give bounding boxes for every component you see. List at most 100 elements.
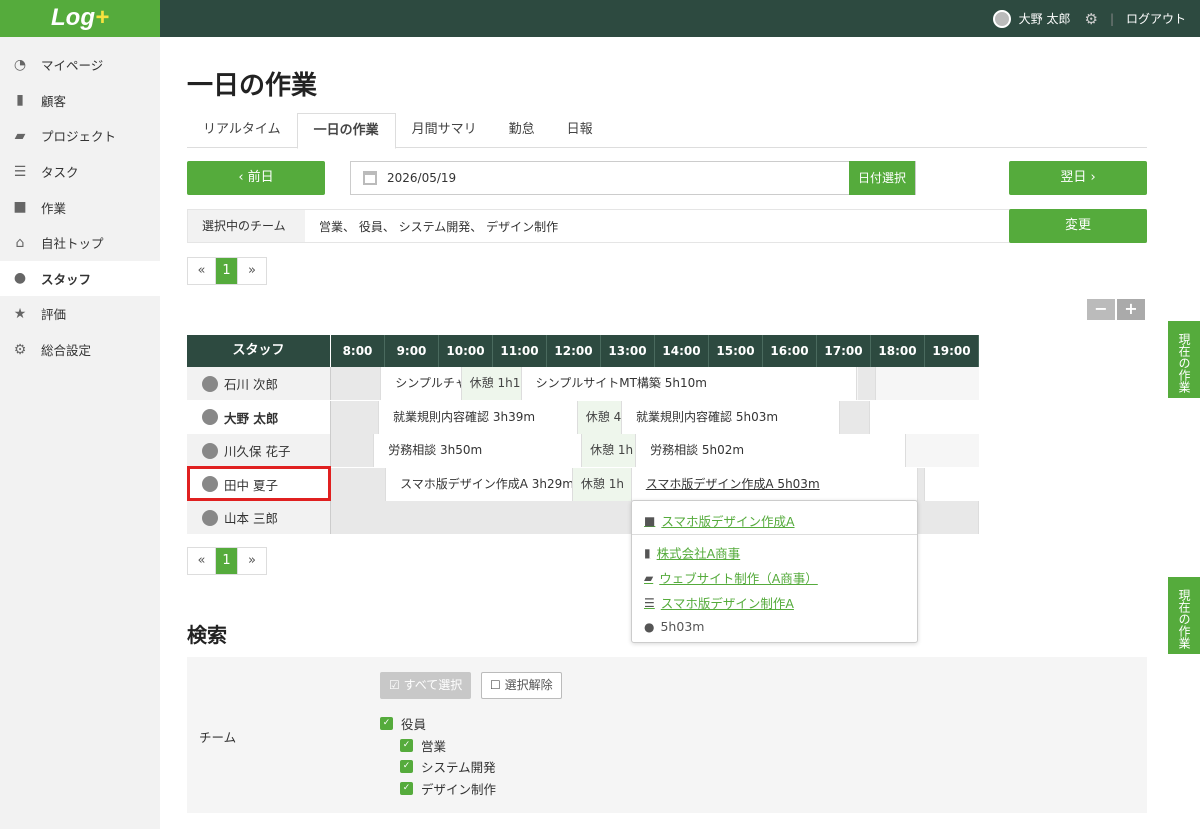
checkbox-checked-icon: ✓ xyxy=(380,717,393,730)
popup-client-link[interactable]: ▮ 株式会社A商事 xyxy=(644,543,740,562)
sidebar-item-label: 作業 xyxy=(41,200,67,216)
sidebar-item-0[interactable]: ◔ マイページ xyxy=(0,47,160,83)
folder-icon: ▰ xyxy=(644,570,654,585)
sidebar-item-label: プロジェクト xyxy=(41,129,117,145)
search-title: 検索 xyxy=(187,623,227,647)
checkbox-checked-icon: ✓ xyxy=(400,781,413,795)
prev-day-button[interactable]: ‹ 前日 xyxy=(187,161,325,195)
team-checkbox[interactable]: ✓ デザイン制作 xyxy=(400,779,496,798)
logo[interactable]: Log+ xyxy=(0,0,160,37)
top-bar: Log+ 大野 太郎 ⚙ | ログアウト xyxy=(0,0,1200,37)
pagination-bottom: « 1 » xyxy=(187,547,267,575)
current-work-tab[interactable]: 現在の作業 xyxy=(1168,577,1200,654)
gear-icon: ⚙ xyxy=(13,341,27,358)
first-page-button[interactable]: « xyxy=(188,258,216,284)
staff-row: 川久保 花子 労務相談 3h50m 休憩 1h 労務相談 5h02m xyxy=(187,434,979,468)
avatar xyxy=(202,409,218,426)
hour-header: 11:00 xyxy=(493,335,547,367)
sidebar-item-4[interactable]: ■ 作業 xyxy=(0,189,160,225)
last-page-button[interactable]: » xyxy=(238,548,266,574)
work-block[interactable]: スマホ版デザイン作成A 5h03m xyxy=(631,467,918,501)
date-value: 2026/05/19 xyxy=(387,171,457,185)
timeline: 労務相談 3h50m 休憩 1h 労務相談 5h02m xyxy=(331,434,979,468)
sidebar-item-label: 総合設定 xyxy=(41,343,92,359)
popup-task-link[interactable]: ■ スマホ版デザイン作成A xyxy=(644,511,795,530)
task-detail-popup: ■ スマホ版デザイン作成A ▮ 株式会社A商事 ▰ ウェブサイト制作（A商事） ☰ スマ… xyxy=(631,500,918,643)
hour-header: 14:00 xyxy=(655,335,709,367)
tab-0[interactable]: リアルタイム xyxy=(187,113,297,147)
logout-link[interactable]: ログアウト xyxy=(1126,10,1186,27)
sidebar-item-7[interactable]: ★ 評価 xyxy=(0,296,160,332)
first-page-button[interactable]: « xyxy=(188,548,216,574)
settings-gear-icon[interactable]: ⚙ xyxy=(1084,10,1097,28)
deselect-all-button[interactable]: ☐ 選択解除 xyxy=(481,672,562,699)
change-team-button[interactable]: 変更 xyxy=(1009,209,1147,243)
work-block[interactable]: シンプルサイトMT構築 5h10m xyxy=(521,367,858,400)
gap-block xyxy=(857,367,877,400)
hour-header: 19:00 xyxy=(925,335,979,367)
rest-block: 休憩 1h xyxy=(582,434,637,468)
sidebar-item-label: 顧客 xyxy=(41,93,67,109)
sidebar-item-1[interactable]: ▮ 顧客 xyxy=(0,83,160,119)
work-block[interactable]: 就業規則内容確認 3h39m xyxy=(379,400,578,434)
sidebar-item-6[interactable]: ● スタッフ xyxy=(0,260,160,297)
sidebar-item-label: タスク xyxy=(41,165,79,181)
staff-row: 石川 次郎シンプルチャンネルWordPress休憩 1h19mシンプルサイトMT… xyxy=(187,367,979,400)
user-avatar[interactable] xyxy=(992,9,1011,28)
tab-bar: リアルタイム 一日の作業 月間サマリ 勤怠 日報 xyxy=(187,113,1147,149)
users-icon: ● xyxy=(13,270,27,287)
staff-name[interactable]: 大野 太郎 xyxy=(187,400,331,434)
last-page-button[interactable]: » xyxy=(238,258,266,284)
folder-icon: ▰ xyxy=(14,127,26,144)
date-select-button[interactable]: 日付選択 xyxy=(849,161,915,195)
pagination-top: « 1 » xyxy=(187,257,267,285)
star-icon: ★ xyxy=(13,305,27,322)
select-all-button[interactable]: ☑ すべて選択 xyxy=(380,672,472,699)
user-name[interactable]: 大野 太郎 xyxy=(1019,10,1071,27)
hour-header: 13:00 xyxy=(601,335,655,367)
user-menu: 大野 太郎 ⚙ | ログアウト xyxy=(992,0,1186,37)
home-icon: ⌂ xyxy=(15,234,25,251)
next-day-button[interactable]: 翌日 › xyxy=(1009,161,1147,195)
staff-name[interactable]: 山本 三郎 xyxy=(187,501,331,535)
team-checkbox[interactable]: ✓ システム開発 xyxy=(400,757,496,776)
tab-1[interactable]: 一日の作業 xyxy=(296,113,396,149)
schedule-header: スタッフ 8:00 9:00 10:00 11:00 12:00 13:00 14:00 15… xyxy=(187,335,979,367)
popup-project-link[interactable]: ▰ ウェブサイト制作（A商事） xyxy=(644,568,818,587)
selected-team-label: 選択中のチーム xyxy=(188,210,305,242)
sidebar-item-3[interactable]: ☰ タスク xyxy=(0,154,160,190)
hour-header: 12:00 xyxy=(547,335,601,367)
briefcase-icon: ■ xyxy=(644,513,656,528)
checkbox-checked-icon: ✓ xyxy=(400,738,413,752)
work-block[interactable]: スマホ版デザイン作成A 3h29m xyxy=(386,467,573,501)
page-1-button[interactable]: 1 xyxy=(216,258,238,284)
popup-duration: ● 5h03m xyxy=(644,619,705,634)
sidebar-item-5[interactable]: ⌂ 自社トップ xyxy=(0,225,160,261)
calendar-icon xyxy=(363,171,377,185)
sidebar-item-2[interactable]: ▰ プロジェクト xyxy=(0,118,160,154)
zoom-in-button[interactable]: + xyxy=(1117,299,1145,320)
tab-4[interactable]: 日報 xyxy=(551,113,609,147)
staff-name[interactable]: 川久保 花子 xyxy=(187,434,331,468)
staff-name[interactable]: 石川 次郎 xyxy=(187,367,331,400)
tab-3[interactable]: 勤怠 xyxy=(493,113,551,147)
work-block[interactable]: 就業規則内容確認 5h03m xyxy=(622,400,840,434)
popup-task-group-link[interactable]: ☰ スマホ版デザイン制作A xyxy=(644,593,794,612)
page-1-button[interactable]: 1 xyxy=(216,548,238,574)
gap-block xyxy=(331,434,375,468)
work-block[interactable]: 労務相談 5h02m xyxy=(636,434,907,468)
sidebar-item-8[interactable]: ⚙ 総合設定 xyxy=(0,332,160,368)
team-checkbox[interactable]: ✓ 営業 xyxy=(400,736,446,755)
current-work-tab[interactable]: 現在の作業 xyxy=(1168,321,1200,398)
timeline: 就業規則内容確認 3h39m 休憩 4 就業規則内容確認 5h03m xyxy=(331,400,979,434)
zoom-out-button[interactable]: − xyxy=(1087,299,1115,320)
work-block[interactable]: シンプルチャンネルWordPress xyxy=(381,367,462,400)
team-checkbox[interactable]: ✓ 役員 xyxy=(380,714,426,733)
hour-header: 10:00 xyxy=(439,335,493,367)
tab-2[interactable]: 月間サマリ xyxy=(396,113,493,147)
staff-row: 大野 太郎 就業規則内容確認 3h39m 休憩 4 就業規則内容確認 5h03m xyxy=(187,400,979,434)
date-input[interactable]: 2026/05/19 日付選択 xyxy=(350,161,916,195)
work-block[interactable]: 労務相談 3h50m xyxy=(374,434,583,468)
avatar xyxy=(202,509,218,526)
gap-block xyxy=(917,467,925,501)
